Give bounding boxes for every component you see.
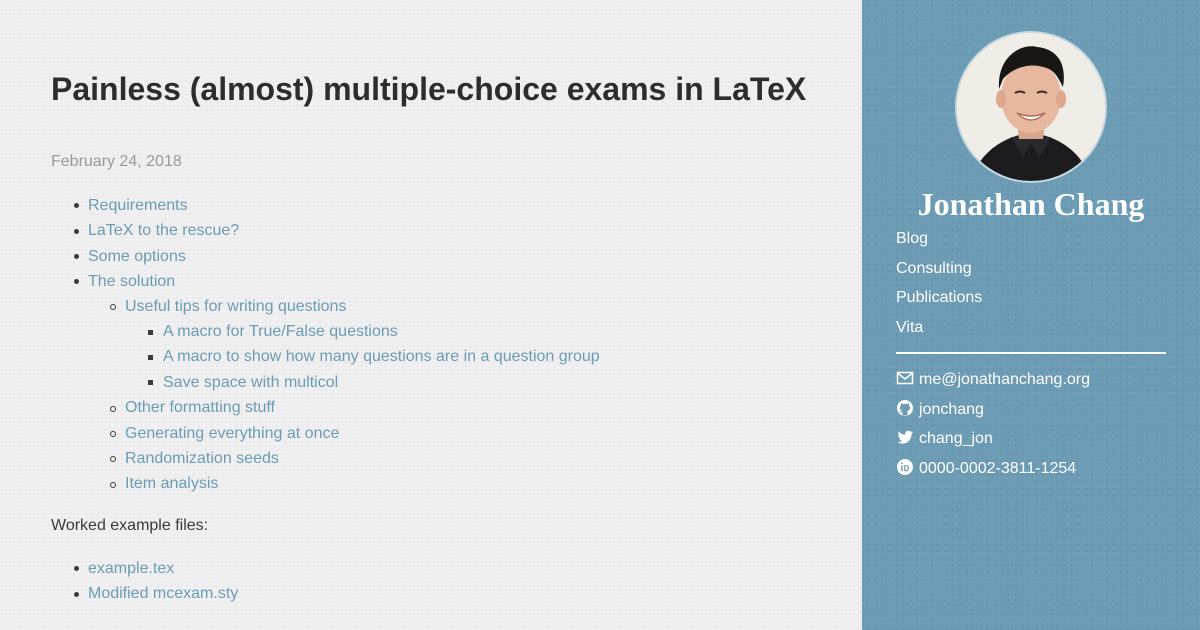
bullet-circle bbox=[110, 482, 116, 488]
bullet-circle bbox=[110, 406, 116, 412]
twitter-icon bbox=[897, 430, 913, 444]
toc-link-question-group-macro[interactable]: A macro to show how many questions are i… bbox=[163, 348, 600, 365]
nav-link-consulting[interactable]: Consulting bbox=[896, 260, 972, 278]
contact-orcid[interactable]: 0000-0002-3811-1254 bbox=[896, 458, 1076, 478]
contact-twitter[interactable]: chang_jon bbox=[896, 428, 993, 448]
toc-link-some-options[interactable]: Some options bbox=[88, 248, 186, 265]
toc-link-latex-to-the-rescue[interactable]: LaTeX to the rescue? bbox=[88, 222, 239, 239]
bullet-circle bbox=[110, 431, 116, 437]
bullet-disc bbox=[74, 279, 79, 284]
orcid-icon bbox=[897, 459, 913, 475]
avatar bbox=[957, 33, 1105, 181]
post-title: Painless (almost) multiple-choice exams … bbox=[51, 71, 807, 107]
bullet-disc bbox=[74, 203, 79, 208]
bullet-square bbox=[148, 380, 153, 385]
toc-link-formatting[interactable]: Other formatting stuff bbox=[125, 399, 275, 416]
bullet-square bbox=[148, 355, 153, 360]
github-icon bbox=[897, 400, 913, 416]
toc-link-true-false-macro[interactable]: A macro for True/False questions bbox=[163, 323, 398, 340]
nav-link-vita[interactable]: Vita bbox=[896, 319, 923, 337]
contact-orcid-text: 0000-0002-3811-1254 bbox=[919, 460, 1077, 477]
contact-github[interactable]: jonchang bbox=[896, 399, 984, 419]
contact-email-text: me@jonathanchang.org bbox=[919, 371, 1091, 388]
file-link-mcexam-sty[interactable]: Modified mcexam.sty bbox=[88, 585, 238, 602]
contact-email[interactable]: me@jonathanchang.org bbox=[896, 369, 1090, 389]
sidebar: Jonathan Chang Blog Consulting Publicati… bbox=[862, 0, 1200, 630]
contact-twitter-text: chang_jon bbox=[919, 430, 993, 447]
main-content: Painless (almost) multiple-choice exams … bbox=[0, 0, 862, 630]
toc-link-randomization[interactable]: Randomization seeds bbox=[125, 450, 279, 467]
sidebar-divider bbox=[896, 352, 1166, 354]
envelope-icon bbox=[896, 371, 914, 385]
bullet-disc bbox=[74, 566, 79, 571]
bullet-disc bbox=[74, 229, 79, 234]
bullet-disc bbox=[74, 592, 79, 597]
site-author-name: Jonathan Chang bbox=[917, 186, 1145, 222]
bullet-circle bbox=[110, 304, 116, 310]
worked-example-label: Worked example files: bbox=[51, 517, 209, 534]
toc-link-requirements[interactable]: Requirements bbox=[88, 197, 188, 214]
toc-link-item-analysis[interactable]: Item analysis bbox=[125, 475, 218, 492]
post-date: February 24, 2018 bbox=[51, 153, 182, 170]
nav-link-publications[interactable]: Publications bbox=[896, 289, 982, 307]
nav-link-blog[interactable]: Blog bbox=[896, 230, 928, 248]
bullet-disc bbox=[74, 254, 79, 259]
bullet-circle bbox=[110, 456, 116, 462]
toc-link-the-solution[interactable]: The solution bbox=[88, 273, 175, 290]
avatar-portrait bbox=[957, 33, 1105, 181]
toc-link-multicol[interactable]: Save space with multicol bbox=[163, 374, 338, 391]
bullet-square bbox=[148, 330, 153, 335]
file-link-example-tex[interactable]: example.tex bbox=[88, 560, 174, 577]
contact-github-text: jonchang bbox=[919, 401, 984, 418]
toc-link-generating[interactable]: Generating everything at once bbox=[125, 425, 339, 442]
toc-link-useful-tips[interactable]: Useful tips for writing questions bbox=[125, 298, 346, 315]
